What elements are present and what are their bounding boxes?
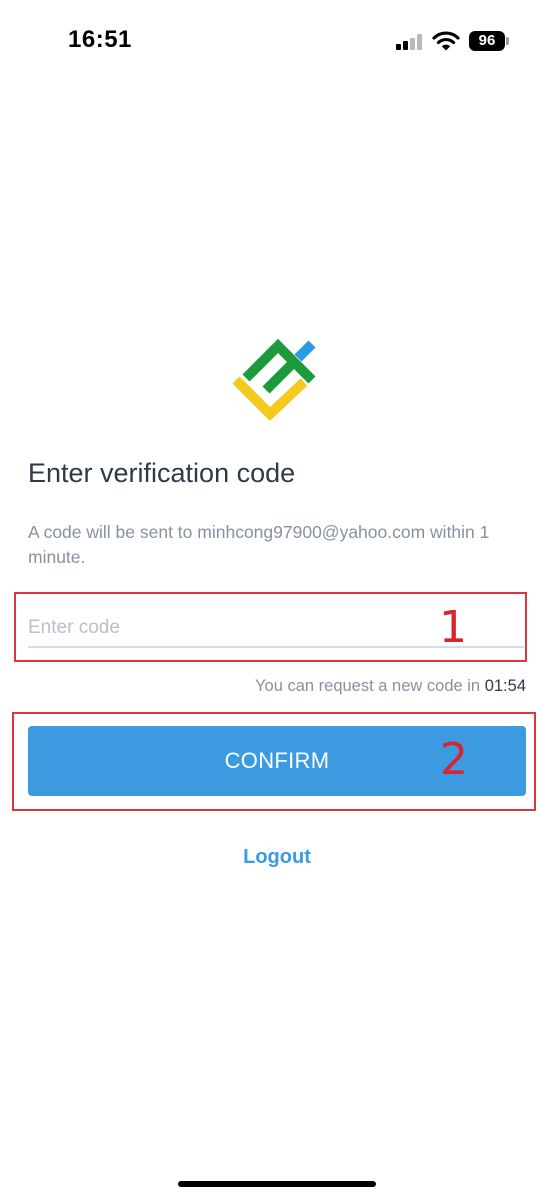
logout-link[interactable]: Logout: [0, 846, 554, 869]
resend-text: You can request a new code in: [255, 677, 481, 695]
annotation-marker-2: 2: [440, 734, 468, 785]
status-time: 16:51: [68, 26, 132, 53]
instruction-text: A code will be sent to minhcong97900@yah…: [28, 522, 490, 567]
brand-logo: [232, 338, 316, 421]
annotation-marker-1: 1: [439, 602, 467, 653]
page-title: Enter verification code: [28, 458, 296, 488]
resend-timer: 01:54: [484, 677, 526, 695]
signal-icon: [396, 34, 424, 50]
battery-tip: [506, 37, 509, 45]
home-indicator: [178, 1181, 376, 1187]
status-bar: 16:51 96: [0, 0, 554, 80]
wifi-icon: [432, 31, 460, 51]
battery-icon: 96: [469, 31, 505, 51]
resend-code-notice: You can request a new code in 01:54: [255, 677, 526, 696]
